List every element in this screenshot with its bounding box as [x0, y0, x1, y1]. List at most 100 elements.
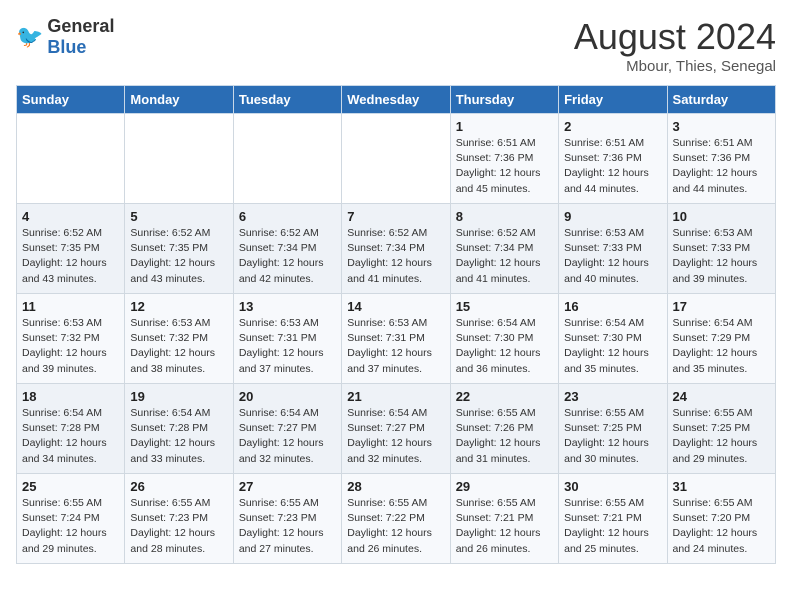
- day-header-thursday: Thursday: [450, 86, 558, 114]
- day-info: Sunrise: 6:54 AMSunset: 7:27 PMDaylight:…: [347, 407, 432, 465]
- day-info: Sunrise: 6:53 AMSunset: 7:31 PMDaylight:…: [239, 317, 324, 375]
- day-number: 23: [564, 389, 661, 404]
- calendar-cell: 27Sunrise: 6:55 AMSunset: 7:23 PMDayligh…: [233, 474, 341, 564]
- logo-bird-icon: 🐦: [16, 24, 43, 50]
- calendar-cell: 16 Sunrise: 6:54 AMSunset: 7:30 PMDayligh…: [559, 294, 667, 384]
- day-number: 16: [564, 299, 661, 314]
- day-number: 6: [239, 209, 336, 224]
- day-number: 25: [22, 479, 119, 494]
- day-info: Sunrise: 6:53 AMSunset: 7:32 PMDaylight:…: [130, 317, 215, 375]
- calendar-cell: 17 Sunrise: 6:54 AMSunset: 7:29 PMDayligh…: [667, 294, 775, 384]
- day-number: 7: [347, 209, 444, 224]
- calendar-week-5: 25 Sunrise: 6:55 AMSunset: 7:24 PMDayligh…: [17, 474, 776, 564]
- day-header-tuesday: Tuesday: [233, 86, 341, 114]
- day-info: Sunrise: 6:55 AMSunset: 7:23 PMDaylight:…: [130, 497, 215, 555]
- day-info: Sunrise: 6:53 AMSunset: 7:32 PMDaylight:…: [22, 317, 107, 375]
- calendar-cell: 26 Sunrise: 6:55 AMSunset: 7:23 PMDayligh…: [125, 474, 233, 564]
- day-info: Sunrise: 6:54 AMSunset: 7:27 PMDaylight:…: [239, 407, 324, 465]
- day-info: Sunrise: 6:55 AMSunset: 7:21 PMDaylight:…: [564, 497, 649, 555]
- day-info: Sunrise: 6:55 AMSunset: 7:25 PMDaylight:…: [564, 407, 649, 465]
- logo-text: General Blue: [47, 16, 114, 58]
- day-info: Sunrise: 6:51 AMSunset: 7:36 PMDaylight:…: [673, 137, 758, 195]
- day-number: 17: [673, 299, 770, 314]
- day-number: 8: [456, 209, 553, 224]
- day-header-friday: Friday: [559, 86, 667, 114]
- day-info: Sunrise: 6:55 AMSunset: 7:20 PMDaylight:…: [673, 497, 758, 555]
- logo: 🐦 General Blue: [16, 16, 114, 58]
- day-info: Sunrise: 6:55 AMSunset: 7:26 PMDaylight:…: [456, 407, 541, 465]
- calendar-week-2: 4Sunrise: 6:52 AMSunset: 7:35 PMDaylight…: [17, 204, 776, 294]
- calendar-cell: 30 Sunrise: 6:55 AMSunset: 7:21 PMDayligh…: [559, 474, 667, 564]
- day-info: Sunrise: 6:52 AMSunset: 7:34 PMDaylight:…: [239, 227, 324, 285]
- day-number: 2: [564, 119, 661, 134]
- calendar-cell: [233, 114, 341, 204]
- calendar-cell: 4Sunrise: 6:52 AMSunset: 7:35 PMDaylight…: [17, 204, 125, 294]
- day-number: 19: [130, 389, 227, 404]
- calendar-cell: [125, 114, 233, 204]
- day-number: 29: [456, 479, 553, 494]
- calendar-cell: [17, 114, 125, 204]
- day-number: 4: [22, 209, 119, 224]
- day-number: 30: [564, 479, 661, 494]
- calendar-cell: 7 Sunrise: 6:52 AMSunset: 7:34 PMDaylight…: [342, 204, 450, 294]
- day-number: 27: [239, 479, 336, 494]
- logo-general: General: [47, 16, 114, 36]
- day-info: Sunrise: 6:52 AMSunset: 7:34 PMDaylight:…: [456, 227, 541, 285]
- day-number: 20: [239, 389, 336, 404]
- day-header-monday: Monday: [125, 86, 233, 114]
- day-number: 26: [130, 479, 227, 494]
- day-number: 21: [347, 389, 444, 404]
- day-info: Sunrise: 6:55 AMSunset: 7:25 PMDaylight:…: [673, 407, 758, 465]
- calendar-cell: 22 Sunrise: 6:55 AMSunset: 7:26 PMDayligh…: [450, 384, 558, 474]
- day-info: Sunrise: 6:54 AMSunset: 7:28 PMDaylight:…: [22, 407, 107, 465]
- day-number: 10: [673, 209, 770, 224]
- calendar-cell: 11Sunrise: 6:53 AMSunset: 7:32 PMDayligh…: [17, 294, 125, 384]
- day-header-wednesday: Wednesday: [342, 86, 450, 114]
- logo-blue: Blue: [47, 37, 86, 57]
- day-number: 22: [456, 389, 553, 404]
- day-number: 24: [673, 389, 770, 404]
- day-info: Sunrise: 6:54 AMSunset: 7:30 PMDaylight:…: [564, 317, 649, 375]
- day-info: Sunrise: 6:53 AMSunset: 7:31 PMDaylight:…: [347, 317, 432, 375]
- calendar-cell: 13 Sunrise: 6:53 AMSunset: 7:31 PMDayligh…: [233, 294, 341, 384]
- day-info: Sunrise: 6:54 AMSunset: 7:28 PMDaylight:…: [130, 407, 215, 465]
- calendar-cell: 2 Sunrise: 6:51 AMSunset: 7:36 PMDaylight…: [559, 114, 667, 204]
- day-number: 3: [673, 119, 770, 134]
- month-title: August 2024: [574, 16, 776, 58]
- calendar-cell: 6 Sunrise: 6:52 AMSunset: 7:34 PMDaylight…: [233, 204, 341, 294]
- day-number: 31: [673, 479, 770, 494]
- calendar-cell: 8 Sunrise: 6:52 AMSunset: 7:34 PMDaylight…: [450, 204, 558, 294]
- day-info: Sunrise: 6:55 AMSunset: 7:24 PMDaylight:…: [22, 497, 107, 555]
- day-info: Sunrise: 6:51 AMSunset: 7:36 PMDaylight:…: [564, 137, 649, 195]
- calendar-table: SundayMondayTuesdayWednesdayThursdayFrid…: [16, 85, 776, 564]
- calendar-cell: 21 Sunrise: 6:54 AMSunset: 7:27 PMDayligh…: [342, 384, 450, 474]
- calendar-cell: 15 Sunrise: 6:54 AMSunset: 7:30 PMDayligh…: [450, 294, 558, 384]
- calendar-cell: 25 Sunrise: 6:55 AMSunset: 7:24 PMDayligh…: [17, 474, 125, 564]
- day-info: Sunrise: 6:53 AMSunset: 7:33 PMDaylight:…: [564, 227, 649, 285]
- day-number: 13: [239, 299, 336, 314]
- day-number: 5: [130, 209, 227, 224]
- calendar-cell: 20 Sunrise: 6:54 AMSunset: 7:27 PMDayligh…: [233, 384, 341, 474]
- calendar-cell: 3 Sunrise: 6:51 AMSunset: 7:36 PMDaylight…: [667, 114, 775, 204]
- day-number: 28: [347, 479, 444, 494]
- day-number: 12: [130, 299, 227, 314]
- header-row: SundayMondayTuesdayWednesdayThursdayFrid…: [17, 86, 776, 114]
- location: Mbour, Thies, Senegal: [574, 58, 776, 75]
- page-header: 🐦 General Blue August 2024 Mbour, Thies,…: [16, 16, 776, 75]
- day-info: Sunrise: 6:51 AMSunset: 7:36 PMDaylight:…: [456, 137, 541, 195]
- calendar-cell: 29 Sunrise: 6:55 AMSunset: 7:21 PMDayligh…: [450, 474, 558, 564]
- calendar-cell: [342, 114, 450, 204]
- calendar-cell: 5Sunrise: 6:52 AMSunset: 7:35 PMDaylight…: [125, 204, 233, 294]
- title-area: August 2024 Mbour, Thies, Senegal: [574, 16, 776, 75]
- day-header-sunday: Sunday: [17, 86, 125, 114]
- calendar-cell: 28Sunrise: 6:55 AMSunset: 7:22 PMDayligh…: [342, 474, 450, 564]
- day-number: 18: [22, 389, 119, 404]
- calendar-cell: 18 Sunrise: 6:54 AMSunset: 7:28 PMDayligh…: [17, 384, 125, 474]
- day-info: Sunrise: 6:54 AMSunset: 7:29 PMDaylight:…: [673, 317, 758, 375]
- day-info: Sunrise: 6:55 AMSunset: 7:21 PMDaylight:…: [456, 497, 541, 555]
- calendar-week-3: 11Sunrise: 6:53 AMSunset: 7:32 PMDayligh…: [17, 294, 776, 384]
- day-info: Sunrise: 6:52 AMSunset: 7:34 PMDaylight:…: [347, 227, 432, 285]
- day-info: Sunrise: 6:54 AMSunset: 7:30 PMDaylight:…: [456, 317, 541, 375]
- calendar-cell: 14Sunrise: 6:53 AMSunset: 7:31 PMDayligh…: [342, 294, 450, 384]
- day-number: 15: [456, 299, 553, 314]
